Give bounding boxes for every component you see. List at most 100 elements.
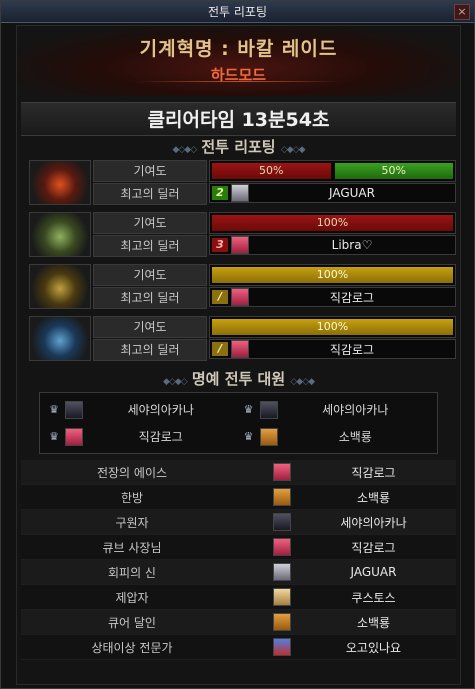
top-dealer-row: 최고의 딜러 / 직감로그	[93, 287, 456, 309]
top-dealer-row: 최고의 딜러 3 Libra♡	[93, 235, 456, 257]
orange-box-portrait	[273, 613, 291, 631]
contribution-bar: 50%	[212, 163, 331, 179]
award-title: 한방	[120, 490, 144, 505]
award-title: 큐브 사장님	[102, 540, 162, 555]
dealer-name[interactable]: 직감로그	[249, 289, 455, 306]
pink-hair-portrait	[273, 538, 291, 556]
top-dealer-label: 최고의 딜러	[93, 235, 207, 257]
award-title: 회피의 신	[108, 565, 156, 580]
top-dealer-row: 최고의 딜러 / 직감로그	[93, 339, 456, 361]
award-row: 회피의 신 JAGUAR	[21, 560, 456, 585]
pink-hair-portrait	[231, 288, 249, 306]
pink-hair-portrait	[65, 427, 83, 446]
top-dealer-value: 2 JAGUAR	[209, 183, 456, 203]
honor-member[interactable]: ♛ 소백룡	[239, 423, 434, 450]
award-player[interactable]: 직감로그	[291, 464, 456, 481]
boss-stats: 기여도 100% 최고의 딜러 / 직감로그	[93, 316, 456, 362]
ornament-icon: ◇◆◇◆	[280, 145, 306, 155]
honor-member[interactable]: ♛ 세야의아카나	[44, 396, 239, 423]
award-row: 한방 소백룡	[21, 485, 456, 510]
contribution-label: 기여도	[93, 316, 207, 338]
blonde-hair-portrait	[273, 588, 291, 606]
dealer-name[interactable]: JAGUAR	[249, 186, 455, 200]
contribution-bar-track: 100%	[209, 264, 456, 286]
dealer-name[interactable]: 직감로그	[249, 341, 455, 358]
contribution-row: 기여도 100%	[93, 212, 456, 234]
top-dealer-label: 최고의 딜러	[93, 183, 207, 205]
ornament-icon: ◆◇◆◇	[172, 145, 197, 155]
award-title: 상태이상 전문가	[91, 640, 173, 655]
award-row: 제압자 쿠스토스	[21, 585, 456, 610]
top-dealer-row: 최고의 딜러 2 JAGUAR	[93, 183, 456, 205]
award-title: 전장의 에이스	[96, 465, 168, 480]
report-section-title: 전투 리포팅	[201, 138, 276, 156]
award-row: 큐브 사장님 직감로그	[21, 535, 456, 560]
battle-report-window: 전투 리포팅 × 기계혁명 : 바칼 레이드 하드모드 클리어타임 13분54초…	[0, 0, 475, 689]
boss-list: 기여도 50% 50% 최고의 딜러 2 JAGUAR 기여도 100% 최고의 딜러 3 Libr…	[17, 160, 460, 363]
honor-member-name: 직감로그	[138, 430, 183, 444]
honor-member-name: 소백룡	[338, 430, 372, 444]
contribution-bar-track: 100%	[209, 316, 456, 338]
banner-divider	[137, 81, 340, 82]
raid-title: 기계혁명 : 바칼 레이드	[139, 38, 338, 60]
clear-time: 클리어타임 13분54초	[21, 102, 456, 136]
award-player[interactable]: 세야의아카나	[291, 514, 456, 531]
rank-badge: 3	[212, 238, 228, 252]
top-dealer-value: / 직감로그	[209, 287, 456, 307]
dark-hair-portrait	[273, 513, 291, 531]
contribution-bar: 100%	[212, 319, 453, 335]
awards-list: 전장의 에이스 직감로그 한방 소백룡 구원자 세야의아카나 큐브 사장님 직감로그 회피의 신…	[21, 460, 456, 660]
crown-icon: ♛	[49, 403, 59, 416]
boss-stats: 기여도 50% 50% 최고의 딜러 2 JAGUAR	[93, 160, 456, 206]
contribution-bar: 100%	[212, 215, 453, 231]
award-player[interactable]: 직감로그	[291, 539, 456, 556]
honor-member-name: 세야의아카나	[127, 403, 194, 417]
top-dealer-label: 최고의 딜러	[93, 339, 207, 361]
orange-box-portrait	[259, 427, 278, 446]
silver-hair-portrait	[231, 184, 249, 202]
award-row: 큐어 달인 소백룡	[21, 610, 456, 635]
boss-stats: 기여도 100% 최고의 딜러 3 Libra♡	[93, 212, 456, 258]
award-title: 큐어 달인	[108, 615, 156, 630]
honor-member[interactable]: ♛ 직감로그	[44, 423, 239, 450]
pink-hair-portrait	[231, 340, 249, 358]
pink-hair-portrait	[231, 236, 249, 254]
award-row: 전장의 에이스 직감로그	[21, 460, 456, 485]
award-player[interactable]: 오고있나요	[291, 639, 456, 656]
award-player[interactable]: 소백룡	[291, 614, 456, 631]
top-dealer-value: / 직감로그	[209, 339, 456, 359]
contribution-bar-track: 50% 50%	[209, 160, 456, 182]
honor-section-title: 명예 전투 대원	[191, 370, 286, 388]
report-panel: 기계혁명 : 바칼 레이드 하드모드 클리어타임 13분54초 ◆◇◆◇ 전투 …	[16, 25, 461, 685]
contribution-row: 기여도 50% 50%	[93, 160, 456, 182]
crown-icon: ♛	[243, 430, 254, 443]
rank-badge: 2	[212, 186, 228, 200]
gold-mech-boss-icon	[29, 264, 91, 309]
dark-hair-portrait	[259, 400, 278, 419]
honor-member[interactable]: ♛ 세야의아카나	[239, 396, 434, 423]
window-title: 전투 리포팅	[207, 5, 267, 19]
window-titlebar[interactable]: 전투 리포팅 ×	[1, 1, 474, 23]
award-player[interactable]: 소백룡	[291, 489, 456, 506]
rank-badge: /	[212, 342, 228, 356]
ornament-icon: ◇◆◇◆	[290, 377, 315, 387]
contribution-bar-track: 100%	[209, 212, 456, 234]
ornament-icon: ◆◇◆◇	[162, 377, 188, 387]
boss-entry: 기여도 50% 50% 최고의 딜러 2 JAGUAR	[21, 160, 456, 207]
close-button[interactable]: ×	[454, 4, 470, 20]
report-section-header: ◆◇◆◇ 전투 리포팅 ◇◆◇◆	[17, 136, 460, 158]
top-dealer-label: 최고의 딜러	[93, 287, 207, 309]
award-player[interactable]: JAGUAR	[291, 565, 456, 579]
silver-hair-portrait	[273, 563, 291, 581]
award-player[interactable]: 쿠스토스	[291, 589, 456, 606]
award-title: 제압자	[115, 590, 149, 605]
green-mech-boss-icon	[29, 212, 91, 257]
raid-banner: 기계혁명 : 바칼 레이드 하드모드	[17, 26, 460, 96]
honor-section-header: ◆◇◆◇ 명예 전투 대원 ◇◆◇◆	[17, 368, 460, 390]
award-title: 구원자	[115, 515, 149, 530]
dealer-name[interactable]: Libra♡	[249, 238, 455, 252]
boss-entry: 기여도 100% 최고의 딜러 / 직감로그	[21, 264, 456, 311]
top-dealer-value: 3 Libra♡	[209, 235, 456, 255]
red-mech-boss-icon	[29, 160, 91, 205]
contribution-bar: 50%	[334, 163, 453, 179]
